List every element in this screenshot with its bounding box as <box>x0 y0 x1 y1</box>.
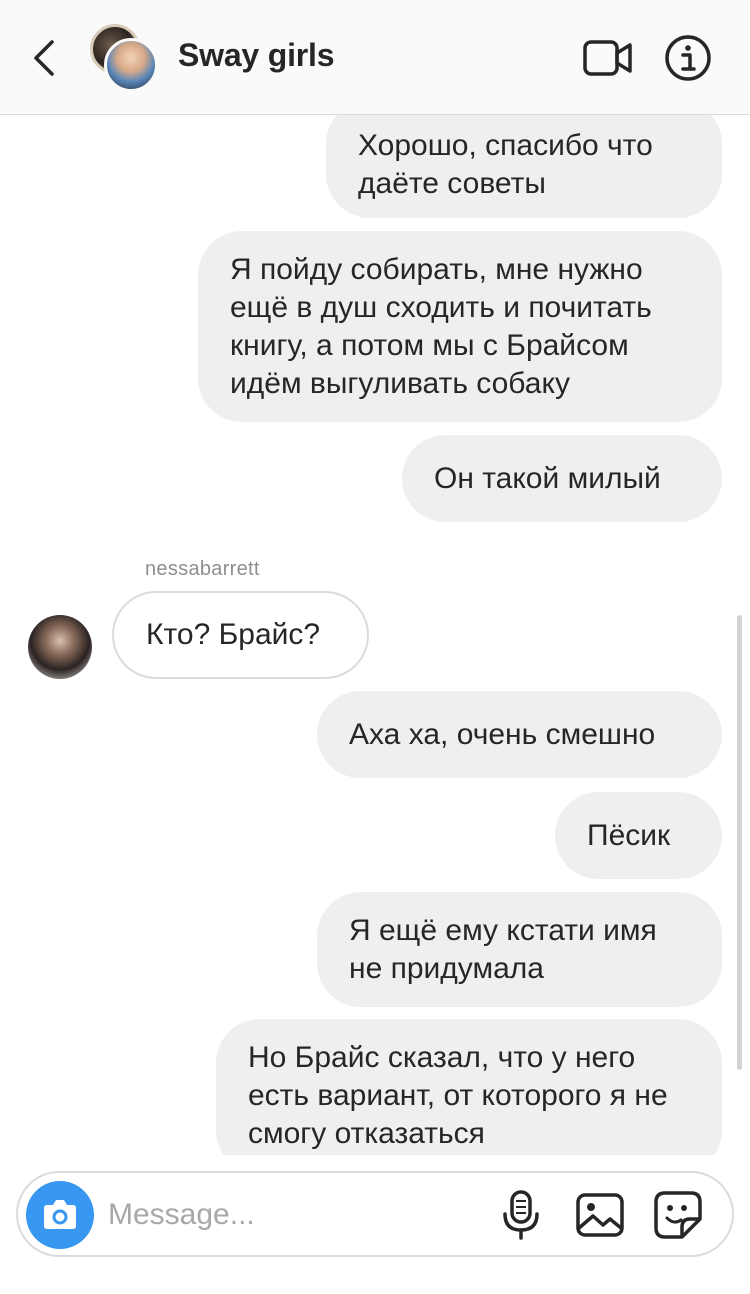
message-bubble-incoming[interactable]: Кто? Брайс? <box>112 591 369 679</box>
message-text: Кто? Брайс? <box>146 618 321 651</box>
message-bubble-outgoing[interactable]: Хорошо, спасибо что даёте советы <box>326 115 722 218</box>
chat-header: Sway girls <box>0 0 750 115</box>
camera-icon <box>44 1200 76 1229</box>
camera-button[interactable] <box>26 1181 94 1249</box>
message-composer <box>16 1171 734 1257</box>
chat-title[interactable]: Sway girls <box>178 37 335 74</box>
message-bubble-outgoing[interactable]: Я пойду собирать, мне нужно ещё в душ сх… <box>198 231 722 422</box>
back-button[interactable] <box>24 32 68 84</box>
info-button[interactable] <box>664 34 712 82</box>
scrollbar[interactable] <box>737 615 742 1070</box>
sticker-button[interactable] <box>652 1189 704 1241</box>
message-text: Пёсик <box>587 818 671 852</box>
gallery-button[interactable] <box>574 1191 626 1239</box>
message-text: Аха ха, очень смешно <box>349 717 656 751</box>
message-input[interactable] <box>108 1193 488 1237</box>
message-text: Я пойду собирать, мне нужно ещё в душ сх… <box>230 252 652 400</box>
video-call-button[interactable] <box>582 36 634 80</box>
microphone-icon <box>503 1190 539 1240</box>
sticker-icon <box>654 1191 702 1239</box>
message-text: Хорошо, спасибо что даёте советы <box>358 129 653 200</box>
video-camera-icon <box>583 40 632 76</box>
group-avatar[interactable] <box>90 24 160 92</box>
chat-screen: Sway girls Хорошо, спасибо что даёте сов… <box>0 0 750 1294</box>
sender-avatar[interactable] <box>28 615 92 679</box>
sender-name: nessabarrett <box>145 558 260 580</box>
image-gallery-icon <box>576 1193 624 1237</box>
message-bubble-outgoing[interactable]: Я ещё ему кстати имя не придумала <box>317 892 722 1007</box>
member-avatar-2 <box>104 38 158 92</box>
message-bubble-outgoing[interactable]: Он такой милый <box>402 435 722 522</box>
message-thread[interactable]: Хорошо, спасибо что даёте советы Я пойду… <box>0 115 750 1155</box>
info-icon <box>665 35 711 81</box>
message-bubble-outgoing[interactable]: Аха ха, очень смешно <box>317 691 722 778</box>
message-text: Я ещё ему кстати имя не придумала <box>349 913 657 985</box>
message-bubble-outgoing[interactable]: Но Брайс сказал, что у него есть вариант… <box>216 1019 722 1155</box>
voice-message-button[interactable] <box>498 1189 544 1241</box>
message-text: Он такой милый <box>434 461 661 495</box>
message-text: Но Брайс сказал, что у него есть вариант… <box>248 1041 668 1150</box>
message-bubble-outgoing[interactable]: Пёсик <box>555 792 722 879</box>
chevron-left-icon <box>34 40 54 76</box>
